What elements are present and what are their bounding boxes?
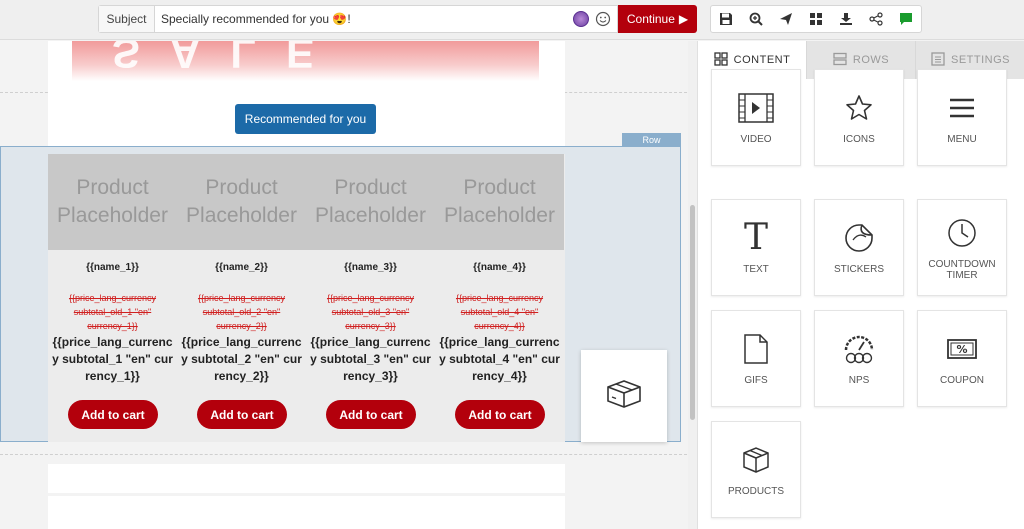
hero-section: SALE xyxy=(48,41,565,92)
tile-label: MENU xyxy=(947,134,977,145)
product-card: Product Placeholder {{name_1}} {{price_l… xyxy=(48,154,177,442)
video-icon xyxy=(738,90,774,126)
tile-label: STICKERS xyxy=(833,264,884,275)
share-icon[interactable] xyxy=(861,6,891,32)
product-box-icon xyxy=(741,442,771,478)
save-icon[interactable] xyxy=(711,6,741,32)
tile-stickers[interactable]: STICKERS xyxy=(814,199,904,296)
tab-rows-label: ROWS xyxy=(852,54,890,66)
tile-label: TEXT xyxy=(743,264,769,275)
download-icon[interactable] xyxy=(831,6,861,32)
product-placeholder: Product Placeholder xyxy=(435,154,564,250)
zoom-icon[interactable] xyxy=(741,6,771,32)
tile-products[interactable]: PRODUCTS xyxy=(711,421,801,518)
content-tiles: VIDEO ICONS MENU T TEXT STICKERS COUNTDO… xyxy=(698,69,1024,529)
product-name: {{name_3}} xyxy=(344,262,397,273)
product-old-price: {{price_lang_currency subtotal_old_3 "en… xyxy=(326,293,415,331)
coupon-icon: % xyxy=(947,331,977,367)
product-name: {{name_1}} xyxy=(86,262,139,273)
tile-icons[interactable]: ICONS xyxy=(814,69,904,166)
tile-label: GIFS xyxy=(744,375,768,386)
add-to-cart-button[interactable]: Add to cart xyxy=(68,400,158,429)
tab-content-label: CONTENT xyxy=(733,54,791,66)
tab-settings-label: SETTINGS xyxy=(950,54,1010,66)
tile-nps[interactable]: NPS xyxy=(814,310,904,407)
settings-icon xyxy=(931,51,945,69)
product-old-price: {{price_lang_currency subtotal_old_2 "en… xyxy=(197,293,286,331)
row-divider xyxy=(0,454,697,455)
file-icon xyxy=(743,331,769,367)
editor-toolbar xyxy=(710,5,922,33)
menu-icon xyxy=(948,90,976,126)
product-placeholder: Product Placeholder xyxy=(306,154,435,250)
comment-icon[interactable] xyxy=(891,6,921,32)
svg-text:%: % xyxy=(956,343,967,356)
canvas-scrollbar-thumb[interactable] xyxy=(690,205,695,420)
product-card: Product Placeholder {{name_4}} {{price_l… xyxy=(435,154,564,442)
product-price: {{price_lang_currency subtotal_3 "en" cu… xyxy=(310,335,431,383)
tile-label: PRODUCTS xyxy=(727,486,785,497)
add-to-cart-button[interactable]: Add to cart xyxy=(455,400,545,429)
products-block[interactable]: Product Placeholder {{name_1}} {{price_l… xyxy=(48,154,565,442)
recommended-section: Recommended for you xyxy=(48,92,565,146)
send-icon[interactable] xyxy=(771,6,801,32)
product-placeholder: Product Placeholder xyxy=(177,154,306,250)
tile-label: COUNTDOWN TIMER xyxy=(928,258,996,281)
tile-menu[interactable]: MENU xyxy=(917,69,1007,166)
tile-gifs[interactable]: GIFS xyxy=(711,310,801,407)
hero-letters: SALE xyxy=(112,41,345,77)
content-grid-icon xyxy=(714,51,728,69)
star-icon xyxy=(845,90,873,126)
play-icon: ▶ xyxy=(678,12,689,26)
rows-icon xyxy=(833,52,847,69)
grid-icon[interactable] xyxy=(801,6,831,32)
emoji-icon[interactable] xyxy=(595,11,611,27)
personalize-icon[interactable] xyxy=(573,11,589,27)
tile-label: NPS xyxy=(848,375,870,386)
product-price: {{price_lang_currency subtotal_1 "en" cu… xyxy=(52,335,173,383)
text-icon: T xyxy=(743,217,768,258)
clock-icon xyxy=(947,215,977,251)
product-name: {{name_2}} xyxy=(215,262,268,273)
tile-countdown-timer[interactable]: COUNTDOWN TIMER xyxy=(917,199,1007,296)
add-to-cart-button[interactable]: Add to cart xyxy=(197,400,287,429)
empty-row[interactable] xyxy=(48,464,565,493)
subject-input[interactable]: Specially recommended for you 😍! xyxy=(155,12,573,26)
product-name: {{name_4}} xyxy=(473,262,526,273)
tile-label: VIDEO xyxy=(740,134,772,145)
tile-text[interactable]: T TEXT xyxy=(711,199,801,296)
product-price: {{price_lang_currency subtotal_2 "en" cu… xyxy=(181,335,302,383)
row-tag[interactable]: Row xyxy=(622,133,681,146)
hero-image[interactable]: SALE xyxy=(72,41,539,81)
product-box-icon xyxy=(604,379,644,414)
product-old-price: {{price_lang_currency subtotal_old_1 "en… xyxy=(68,293,157,331)
tile-coupon[interactable]: % COUPON xyxy=(917,310,1007,407)
right-panel: CONTENT ROWS SETTINGS VIDEO ICONS MENU T… xyxy=(697,41,1024,529)
tile-label: COUPON xyxy=(940,375,984,386)
top-bar: Subject Specially recommended for you 😍!… xyxy=(0,0,1024,40)
tile-video[interactable]: VIDEO xyxy=(711,69,801,166)
product-placeholder: Product Placeholder xyxy=(48,154,177,250)
email-canvas: SALE Recommended for you Row Product Pla… xyxy=(0,41,697,529)
empty-row[interactable] xyxy=(48,496,565,529)
subject-label: Subject xyxy=(99,6,155,32)
sticker-icon xyxy=(844,220,874,256)
dragged-products-block[interactable] xyxy=(581,350,667,442)
product-old-price: {{price_lang_currency subtotal_old_4 "en… xyxy=(455,293,544,331)
recommended-button[interactable]: Recommended for you xyxy=(235,104,376,134)
add-to-cart-button[interactable]: Add to cart xyxy=(326,400,416,429)
product-card: Product Placeholder {{name_3}} {{price_l… xyxy=(306,154,435,442)
tile-label: ICONS xyxy=(843,134,875,145)
continue-label: Continue xyxy=(626,12,675,26)
continue-button[interactable]: Continue ▶ xyxy=(618,5,697,33)
gauge-icon xyxy=(843,331,875,367)
product-card: Product Placeholder {{name_2}} {{price_l… xyxy=(177,154,306,442)
product-price: {{price_lang_currency subtotal_4 "en" cu… xyxy=(439,335,560,383)
subject-field[interactable]: Subject Specially recommended for you 😍! xyxy=(98,5,618,33)
